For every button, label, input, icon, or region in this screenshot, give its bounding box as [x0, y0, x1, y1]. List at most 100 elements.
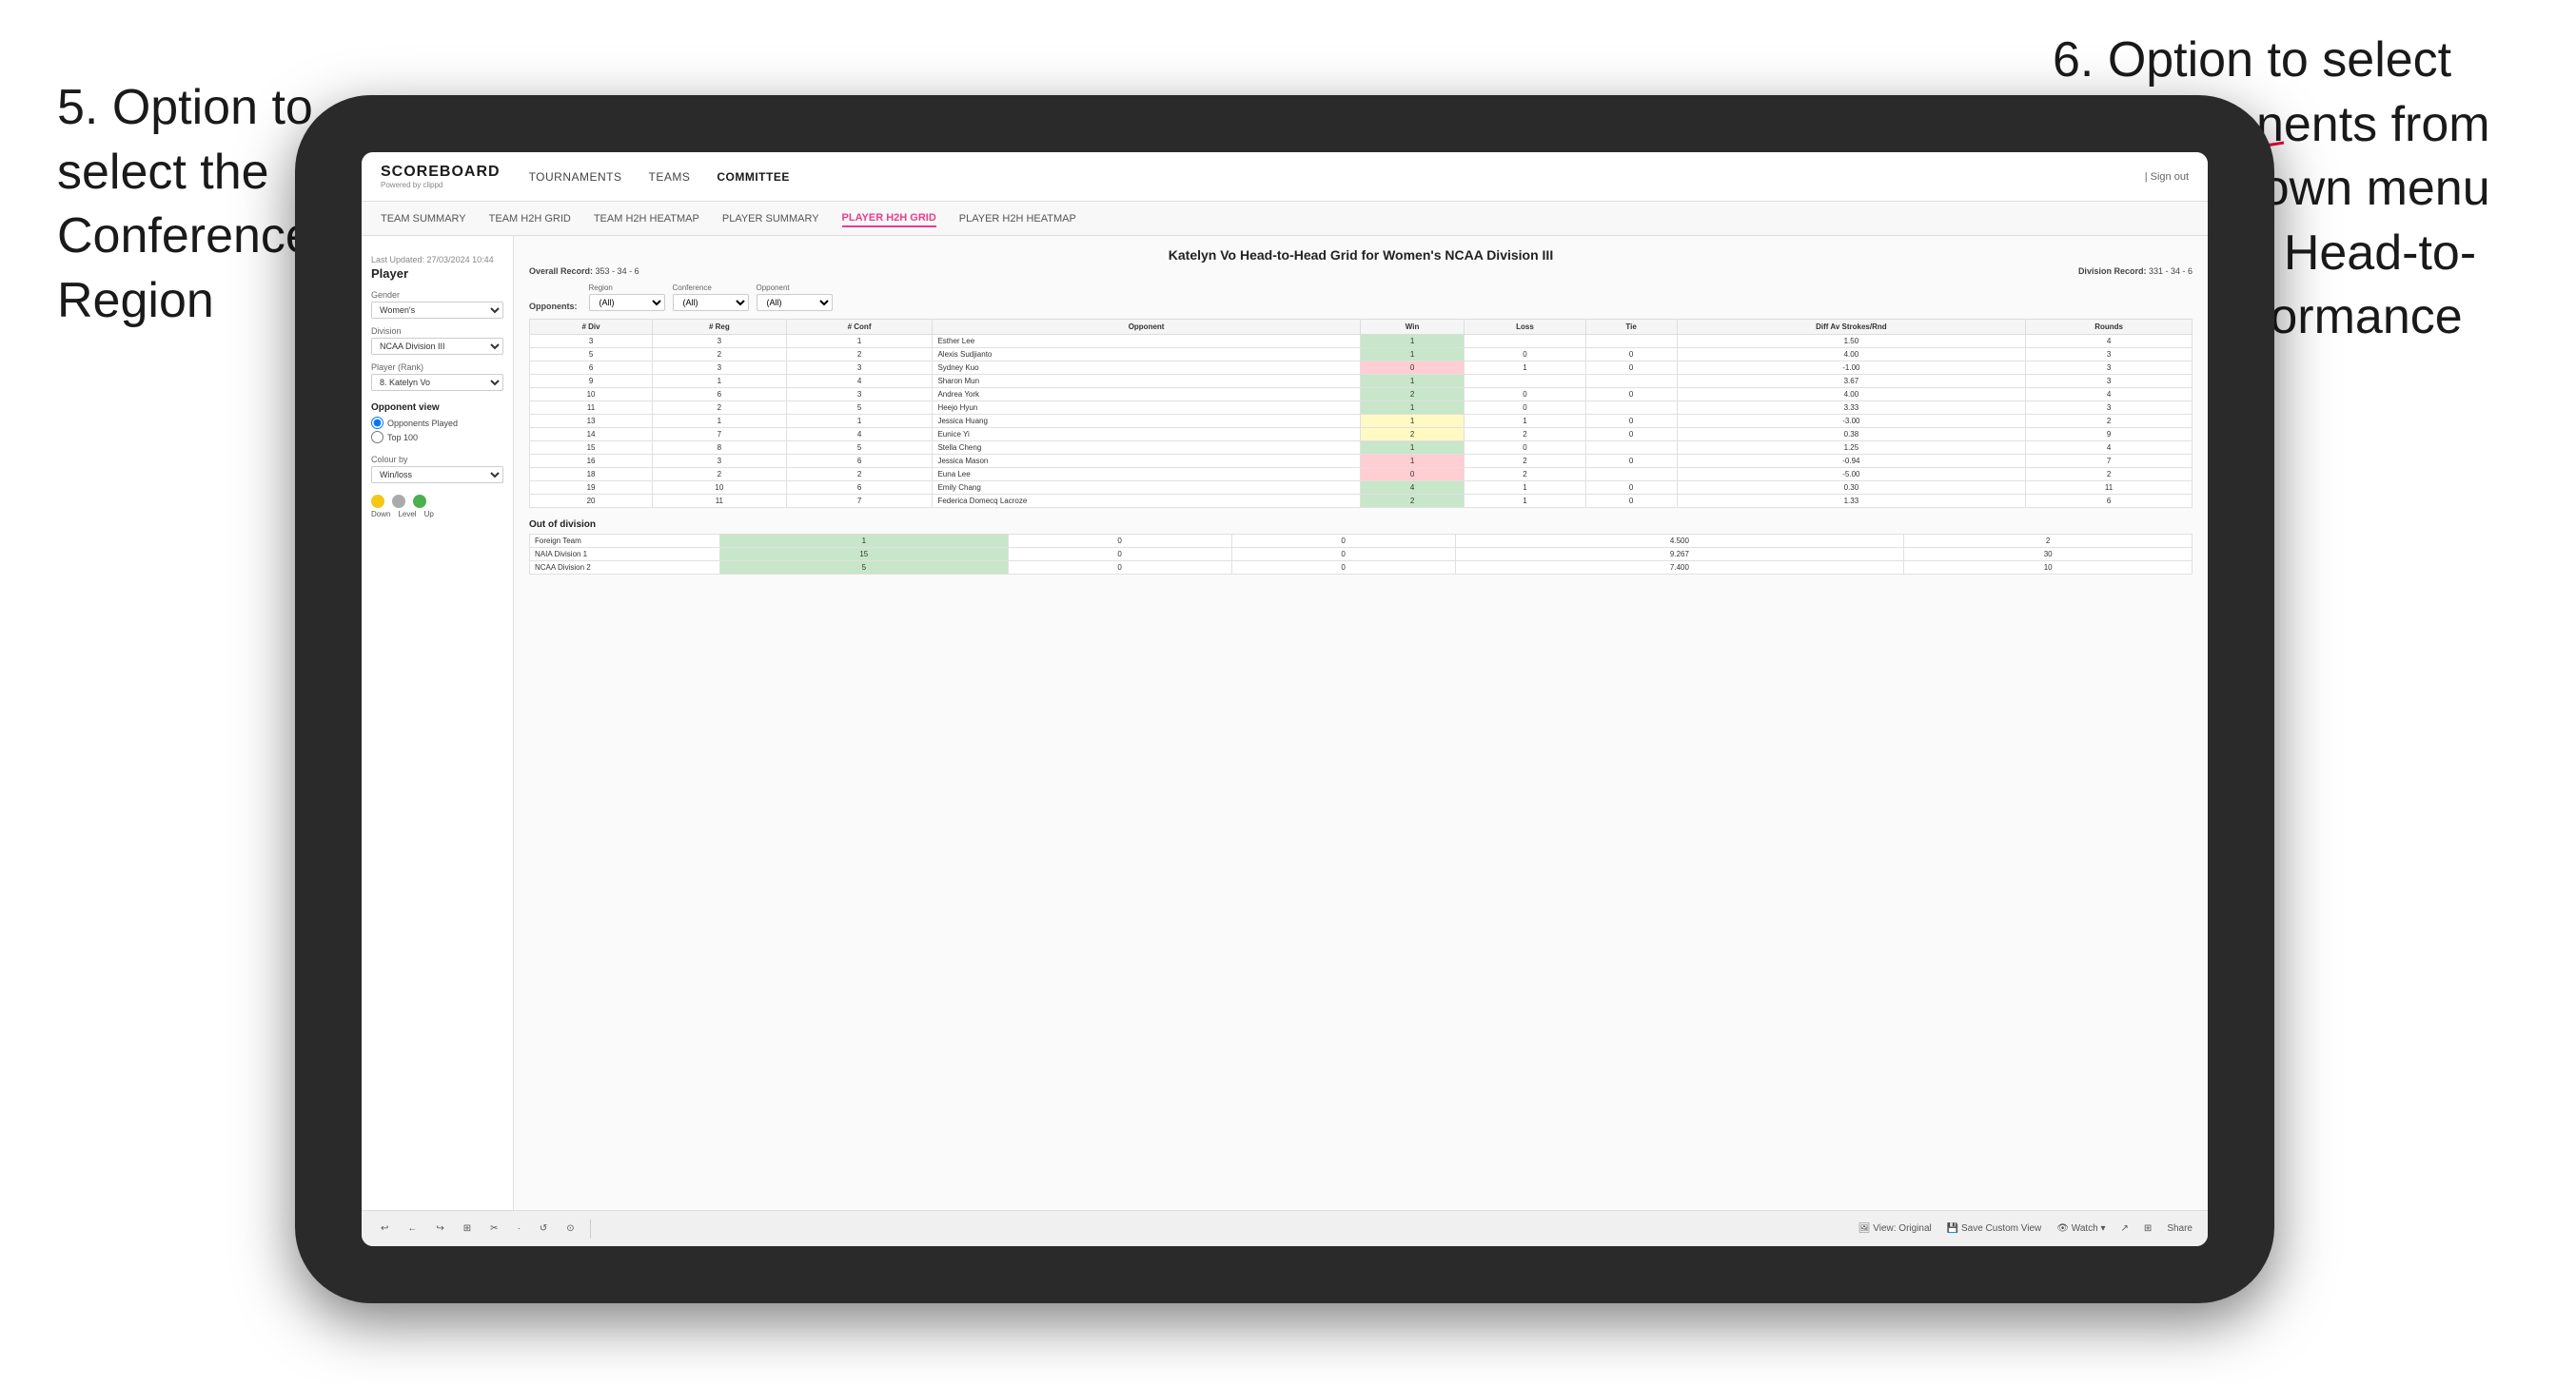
- col-opponent: Opponent: [933, 320, 1360, 335]
- sidebar: Last Updated: 27/03/2024 10:44 Player Ge…: [362, 236, 514, 1210]
- cell-win: 1: [1360, 375, 1465, 388]
- cell-ood-tie: 0: [1231, 535, 1455, 548]
- radio-opponents-played[interactable]: Opponents Played: [371, 417, 503, 429]
- table-row: 14 7 4 Eunice Yi 2 2 0 0.38 9: [530, 428, 2193, 441]
- toolbar-grid[interactable]: ⊞: [460, 1221, 475, 1236]
- toolbar-save-view[interactable]: 💾 Save Custom View: [1947, 1223, 2042, 1234]
- toolbar-view-original[interactable]: 🖼 View: Original: [1858, 1223, 1932, 1234]
- cell-diff: 1.50: [1677, 335, 2026, 348]
- region-filter-group: Region (All): [589, 283, 665, 311]
- cell-ood-diff: 9.267: [1455, 548, 1904, 561]
- toolbar-watch[interactable]: 👁 Watch ▾: [2056, 1223, 2105, 1234]
- sub-nav-team-summary[interactable]: TEAM SUMMARY: [381, 211, 466, 226]
- nav-tournaments[interactable]: TOURNAMENTS: [529, 166, 622, 187]
- top-nav: SCOREBOARD Powered by clippd TOURNAMENTS…: [362, 152, 2208, 202]
- region-filter-select[interactable]: (All): [589, 294, 665, 311]
- cell-tie: [1585, 335, 1677, 348]
- division-select[interactable]: NCAA Division III: [371, 338, 503, 355]
- legend-down: Down: [371, 510, 390, 518]
- cell-conf: 4: [786, 428, 933, 441]
- cell-opponent: Eunice Yi: [933, 428, 1360, 441]
- player-rank-select[interactable]: 8. Katelyn Vo: [371, 374, 503, 391]
- sub-nav-player-h2h-heatmap[interactable]: PLAYER H2H HEATMAP: [959, 211, 1076, 226]
- cell-loss: 0: [1465, 441, 1585, 455]
- cell-opponent: Heejo Hyun: [933, 401, 1360, 415]
- cell-loss: 1: [1465, 361, 1585, 375]
- bottom-toolbar: ↩ ← ↪ ⊞ ✂ · ↺ ⊙ 🖼 View: Original 💾 Save …: [362, 1210, 2208, 1246]
- cell-ood-opponent: NAIA Division 1: [530, 548, 720, 561]
- region-filter-label: Region: [589, 283, 665, 292]
- cell-ood-diff: 7.400: [1455, 561, 1904, 575]
- cell-conf: 1: [786, 415, 933, 428]
- cell-div: 15: [530, 441, 653, 455]
- cell-tie: 0: [1585, 481, 1677, 495]
- cell-conf: 2: [786, 468, 933, 481]
- toolbar-redo[interactable]: ↪: [432, 1221, 447, 1236]
- cell-loss: [1465, 335, 1585, 348]
- cell-tie: 0: [1585, 415, 1677, 428]
- last-updated-label: Last Updated: 27/03/2024 10:44: [371, 255, 503, 264]
- out-of-division-label: Out of division: [529, 519, 2193, 530]
- toolbar-undo[interactable]: ↩: [377, 1221, 392, 1236]
- toolbar-back[interactable]: ←: [403, 1221, 421, 1236]
- cell-ood-tie: 0: [1231, 548, 1455, 561]
- cell-ood-rounds: 2: [1904, 535, 2193, 548]
- toolbar-grid2[interactable]: ⊞: [2144, 1223, 2152, 1234]
- toolbar-cut[interactable]: ✂: [486, 1221, 501, 1236]
- filter-row: Opponents: Region (All) Conference (All): [529, 283, 2193, 311]
- conference-filter-select[interactable]: (All): [673, 294, 749, 311]
- cell-conf: 3: [786, 361, 933, 375]
- cell-opponent: Jessica Huang: [933, 415, 1360, 428]
- col-loss: Loss: [1465, 320, 1585, 335]
- cell-diff: 1.25: [1677, 441, 2026, 455]
- cell-reg: 2: [653, 401, 787, 415]
- cell-rounds: 4: [2026, 335, 2193, 348]
- cell-conf: 6: [786, 455, 933, 468]
- cell-div: 5: [530, 348, 653, 361]
- table-row: 15 8 5 Stella Cheng 1 0 1.25 4: [530, 441, 2193, 455]
- radio-top-100[interactable]: Top 100: [371, 431, 503, 443]
- cell-div: 18: [530, 468, 653, 481]
- cell-tie: [1585, 468, 1677, 481]
- cell-opponent: Alexis Sudjianto: [933, 348, 1360, 361]
- sub-nav-team-h2h-heatmap[interactable]: TEAM H2H HEATMAP: [594, 211, 699, 226]
- cell-reg: 1: [653, 415, 787, 428]
- ood-table-row: Foreign Team 1 0 0 4.500 2: [530, 535, 2193, 548]
- logo-sub: Powered by clippd: [381, 181, 501, 189]
- cell-diff: -0.94: [1677, 455, 2026, 468]
- cell-div: 14: [530, 428, 653, 441]
- cell-tie: 0: [1585, 495, 1677, 508]
- cell-rounds: 2: [2026, 415, 2193, 428]
- toolbar-refresh[interactable]: ↺: [536, 1221, 551, 1236]
- opponent-view-title: Opponent view: [371, 402, 503, 413]
- nav-committee[interactable]: COMMITTEE: [717, 166, 790, 187]
- cell-ood-win: 1: [720, 535, 1009, 548]
- cell-reg: 2: [653, 468, 787, 481]
- col-conf: # Conf: [786, 320, 933, 335]
- toolbar-dot[interactable]: ·: [514, 1221, 524, 1236]
- cell-loss: 2: [1465, 455, 1585, 468]
- dot-gray: [392, 495, 405, 508]
- gender-select[interactable]: Women's: [371, 302, 503, 319]
- sub-nav-player-h2h-grid[interactable]: PLAYER H2H GRID: [842, 210, 936, 227]
- sub-nav-team-h2h-grid[interactable]: TEAM H2H GRID: [489, 211, 571, 226]
- cell-loss: 1: [1465, 415, 1585, 428]
- nav-teams[interactable]: TEAMS: [649, 166, 691, 187]
- opponent-filter-select[interactable]: (All): [757, 294, 833, 311]
- col-rounds: Rounds: [2026, 320, 2193, 335]
- sub-nav-player-summary[interactable]: PLAYER SUMMARY: [722, 211, 819, 226]
- toolbar-expand[interactable]: ↗: [2121, 1223, 2129, 1234]
- cell-reg: 10: [653, 481, 787, 495]
- cell-rounds: 3: [2026, 375, 2193, 388]
- toolbar-circle[interactable]: ⊙: [562, 1221, 578, 1236]
- division-record: Division Record: 331 - 34 - 6: [2078, 266, 2193, 276]
- colour-by-select[interactable]: Win/loss: [371, 466, 503, 483]
- cell-ood-loss: 0: [1008, 548, 1231, 561]
- table-row: 20 11 7 Federica Domecq Lacroze 2 1 0 1.…: [530, 495, 2193, 508]
- ood-table-row: NAIA Division 1 15 0 0 9.267 30: [530, 548, 2193, 561]
- toolbar-share[interactable]: Share: [2167, 1223, 2193, 1234]
- legend-level: Level: [398, 510, 416, 518]
- cell-diff: -1.00: [1677, 361, 2026, 375]
- division-label: Division: [371, 326, 503, 336]
- nav-sign-out[interactable]: | Sign out: [2145, 171, 2189, 183]
